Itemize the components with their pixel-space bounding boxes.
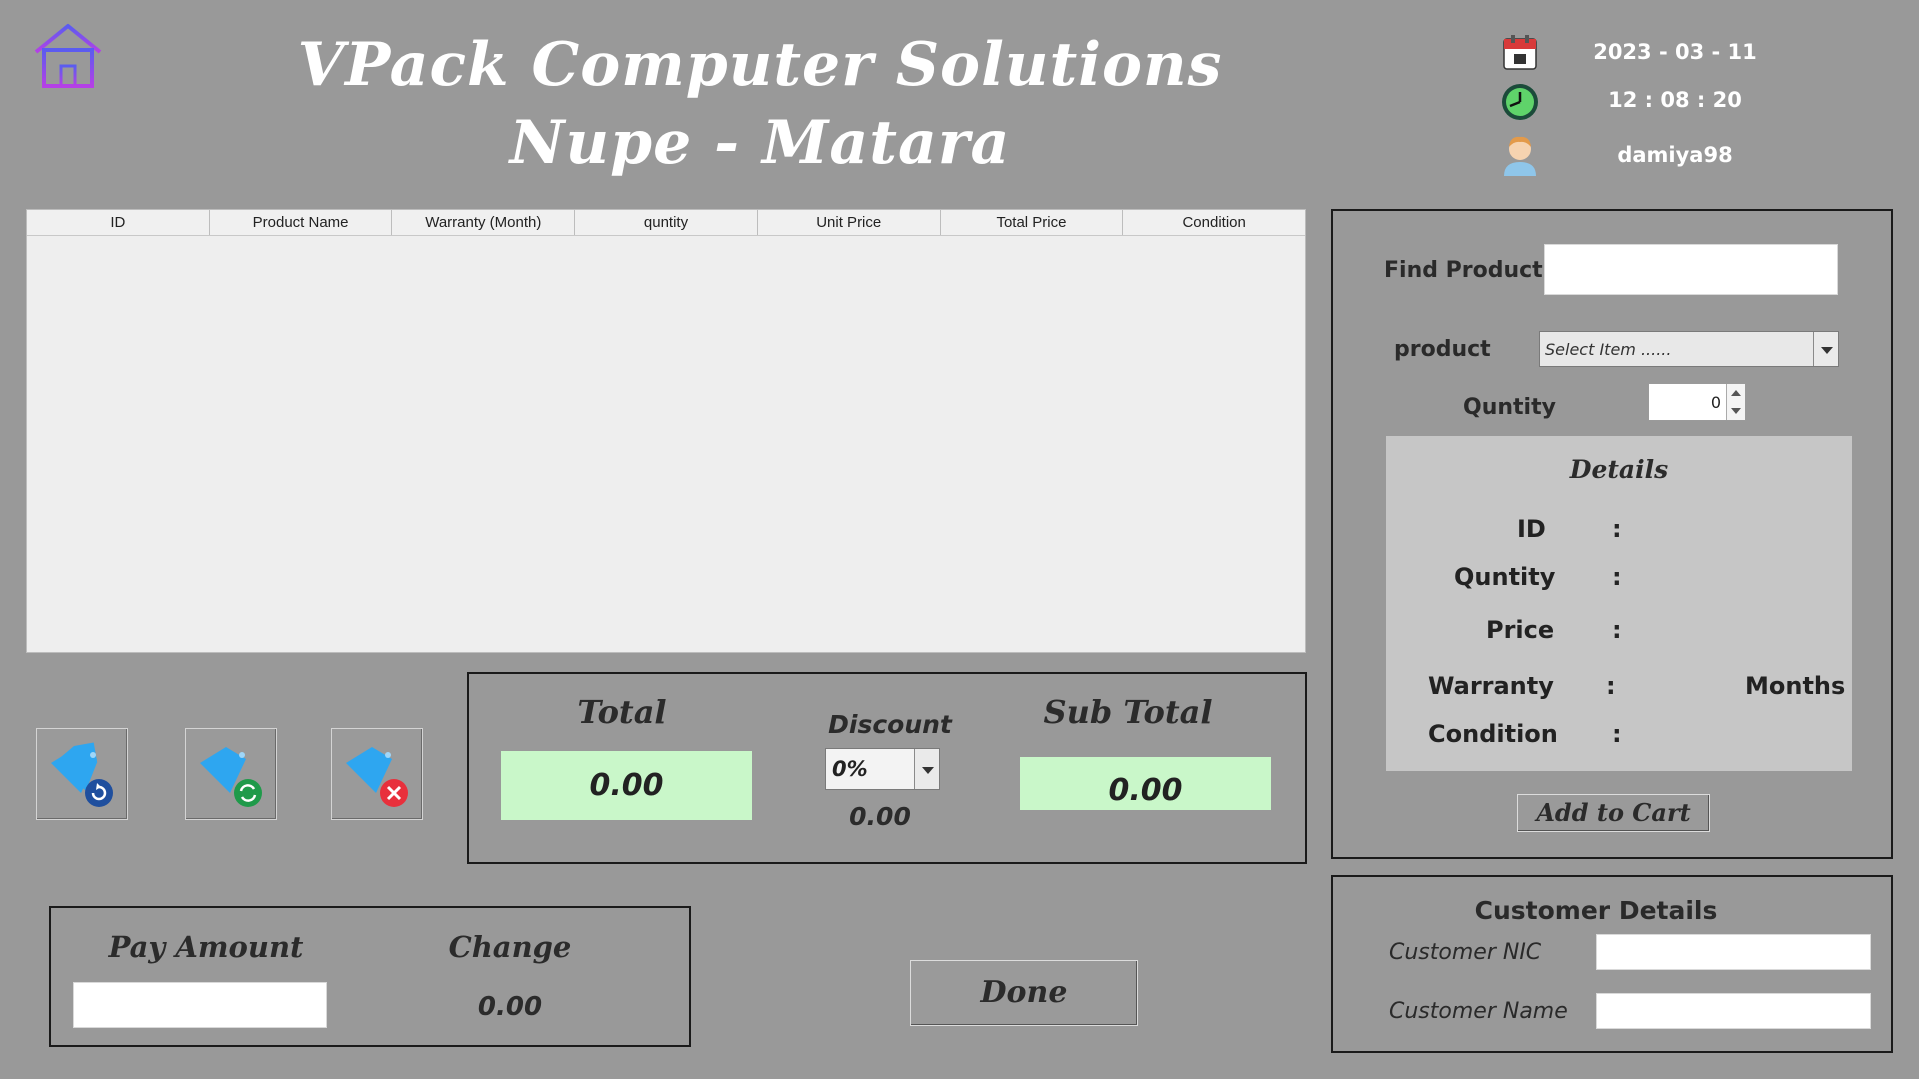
detail-condition-label: Condition <box>1428 720 1558 748</box>
find-product-input[interactable] <box>1544 244 1838 295</box>
discount-selected: 0% <box>832 757 868 781</box>
username-display: damiya98 <box>1617 143 1733 167</box>
quantity-stepper[interactable]: 0 <box>1648 383 1746 421</box>
home-icon[interactable] <box>30 22 106 94</box>
change-label: Change <box>448 930 572 964</box>
detail-id-colon: : <box>1612 515 1622 543</box>
delete-item-button[interactable] <box>331 728 423 820</box>
discount-amount: 0.00 <box>849 802 911 831</box>
subtotal-label: Sub Total <box>1043 693 1213 731</box>
date-display: 2023 - 03 - 11 <box>1593 40 1757 64</box>
total-value: 0.00 <box>501 751 752 820</box>
detail-warranty-unit: Months <box>1745 672 1846 700</box>
column-quantity[interactable]: quntity <box>575 210 758 235</box>
time-display: 12 : 08 : 20 <box>1608 88 1742 112</box>
tag-refresh-icon <box>51 742 113 807</box>
product-select-placeholder: Select Item ...... <box>1545 340 1672 359</box>
column-product-name[interactable]: Product Name <box>210 210 393 235</box>
customer-name-input[interactable] <box>1596 993 1871 1029</box>
pay-amount-label: Pay Amount <box>108 930 304 964</box>
pay-amount-input[interactable] <box>73 982 327 1028</box>
app-title: VPack Computer Solutions <box>297 30 1223 100</box>
total-label: Total <box>577 693 667 731</box>
detail-warranty-colon: : <box>1606 672 1616 700</box>
details-title: Details <box>1569 455 1669 484</box>
discount-label: Discount <box>828 710 952 739</box>
detail-warranty-label: Warranty <box>1428 672 1554 700</box>
table-header: ID Product Name Warranty (Month) quntity… <box>27 210 1305 236</box>
find-product-label: Find Product <box>1384 258 1543 283</box>
app-subtitle: Nupe - Matara <box>509 108 1011 178</box>
product-label: product <box>1394 337 1491 362</box>
chevron-down-icon[interactable] <box>1813 332 1838 366</box>
tag-sync-icon <box>200 747 262 807</box>
customer-details-title: Customer Details <box>1474 896 1718 925</box>
column-id[interactable]: ID <box>27 210 210 235</box>
subtotal-value: 0.00 <box>1020 757 1271 810</box>
detail-quantity-colon: : <box>1612 563 1622 591</box>
quantity-label: Quntity <box>1463 395 1556 420</box>
calendar-icon <box>1500 33 1540 73</box>
clock-icon <box>1500 82 1540 122</box>
detail-quantity-label: Quntity <box>1454 563 1556 591</box>
column-total-price[interactable]: Total Price <box>941 210 1124 235</box>
done-button[interactable]: Done <box>910 960 1138 1026</box>
cart-table[interactable]: ID Product Name Warranty (Month) quntity… <box>26 209 1306 653</box>
add-to-cart-button[interactable]: Add to Cart <box>1517 794 1710 832</box>
column-warranty[interactable]: Warranty (Month) <box>392 210 576 235</box>
user-icon <box>1500 132 1540 176</box>
chevron-down-icon[interactable] <box>914 749 939 789</box>
customer-nic-label: Customer NIC <box>1389 940 1542 965</box>
change-value: 0.00 <box>477 992 543 1022</box>
quantity-value: 0 <box>1710 393 1721 412</box>
customer-name-label: Customer Name <box>1389 999 1568 1024</box>
discount-select[interactable]: 0% <box>825 748 940 790</box>
column-condition[interactable]: Condition <box>1123 210 1305 235</box>
update-item-button[interactable] <box>36 728 128 820</box>
product-select[interactable]: Select Item ...... <box>1539 331 1839 367</box>
detail-price-label: Price <box>1486 616 1555 644</box>
column-unit-price[interactable]: Unit Price <box>758 210 941 235</box>
detail-condition-colon: : <box>1612 720 1622 748</box>
tag-delete-icon <box>346 747 408 807</box>
customer-nic-input[interactable] <box>1596 934 1871 970</box>
reset-item-button[interactable] <box>185 728 277 820</box>
detail-price-colon: : <box>1612 616 1622 644</box>
stepper-arrows-icon[interactable] <box>1726 384 1745 420</box>
detail-id-label: ID <box>1517 515 1546 543</box>
